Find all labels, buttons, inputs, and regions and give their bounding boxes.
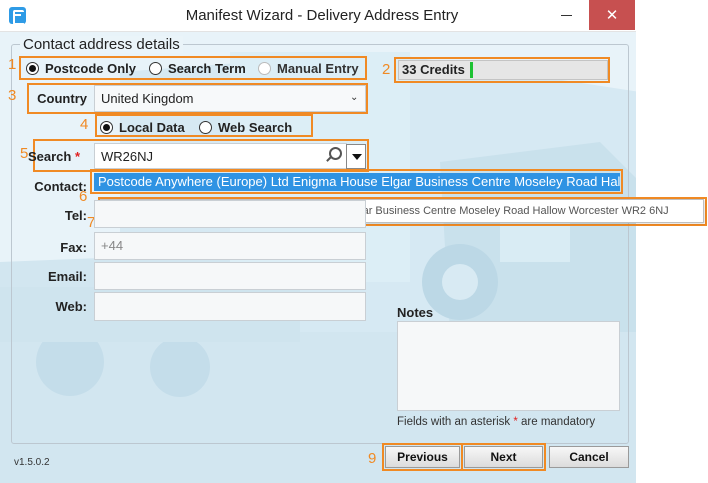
fax-field[interactable]: +44 bbox=[94, 232, 366, 260]
minimize-button[interactable] bbox=[545, 0, 589, 31]
version-label: v1.5.0.2 bbox=[14, 457, 50, 468]
radio-selected-icon bbox=[100, 121, 113, 134]
mandatory-note-prefix: Fields with an asterisk bbox=[397, 416, 514, 428]
radio-disabled-icon bbox=[258, 62, 271, 75]
marker-4: 4 bbox=[80, 116, 89, 133]
country-select[interactable]: United Kingdom bbox=[94, 85, 366, 112]
section-legend: Contact address details bbox=[20, 36, 183, 53]
desktop-background bbox=[636, 0, 708, 483]
web-field[interactable] bbox=[94, 292, 366, 321]
search-result-selected[interactable]: Postcode Anywhere (Europe) Ltd Enigma Ho… bbox=[94, 173, 620, 191]
mandatory-note-suffix: are mandatory bbox=[517, 416, 596, 428]
credits-display: 33 Credits bbox=[398, 60, 608, 80]
title-bar: Manifest Wizard - Delivery Address Entry… bbox=[0, 0, 708, 32]
fax-label: Fax: bbox=[60, 240, 87, 255]
email-field[interactable] bbox=[94, 262, 366, 290]
radio-search-term[interactable]: Search Term bbox=[149, 61, 246, 76]
notes-textarea[interactable] bbox=[397, 321, 620, 411]
radio-unselected-icon bbox=[199, 121, 212, 134]
contact-label: Contact: bbox=[34, 179, 87, 194]
radio-manual-entry-label: Manual Entry bbox=[277, 61, 359, 76]
chevron-down-icon: ⌄ bbox=[350, 92, 359, 103]
radio-local-data-label: Local Data bbox=[119, 120, 185, 135]
radio-local-data[interactable]: Local Data bbox=[100, 120, 185, 135]
radio-selected-icon bbox=[26, 62, 39, 75]
tel-field[interactable] bbox=[94, 200, 366, 228]
radio-unselected-icon bbox=[149, 62, 162, 75]
radio-postcode-only[interactable]: Postcode Only bbox=[26, 61, 136, 76]
notes-label: Notes bbox=[397, 305, 434, 320]
mandatory-note: Fields with an asterisk * are mandatory bbox=[397, 416, 595, 428]
radio-web-search[interactable]: Web Search bbox=[199, 120, 292, 135]
search-input[interactable]: WR26NJ bbox=[94, 143, 347, 169]
cancel-button[interactable]: Cancel bbox=[549, 446, 629, 468]
required-asterisk: * bbox=[74, 149, 80, 164]
search-label-text: Search bbox=[27, 149, 72, 164]
radio-web-search-label: Web Search bbox=[218, 120, 293, 135]
country-label: Country bbox=[37, 91, 87, 106]
radio-manual-entry: Manual Entry bbox=[258, 61, 359, 76]
close-button[interactable]: ✕ bbox=[589, 0, 635, 30]
marker-3: 3 bbox=[8, 87, 17, 104]
search-dropdown-button[interactable] bbox=[346, 144, 366, 169]
radio-postcode-only-label: Postcode Only bbox=[45, 61, 137, 76]
previous-button[interactable]: Previous bbox=[385, 446, 460, 468]
tel-label: Tel: bbox=[64, 208, 87, 223]
marker-9: 9 bbox=[368, 450, 377, 467]
credits-level-bar bbox=[470, 62, 473, 78]
search-label: Search * bbox=[10, 149, 80, 164]
web-label: Web: bbox=[55, 299, 87, 314]
marker-2: 2 bbox=[382, 61, 391, 78]
next-button[interactable]: Next bbox=[464, 446, 543, 468]
search-icon[interactable] bbox=[325, 147, 342, 163]
marker-1: 1 bbox=[8, 56, 17, 73]
radio-search-term-label: Search Term bbox=[168, 61, 246, 76]
email-label: Email: bbox=[47, 269, 87, 284]
